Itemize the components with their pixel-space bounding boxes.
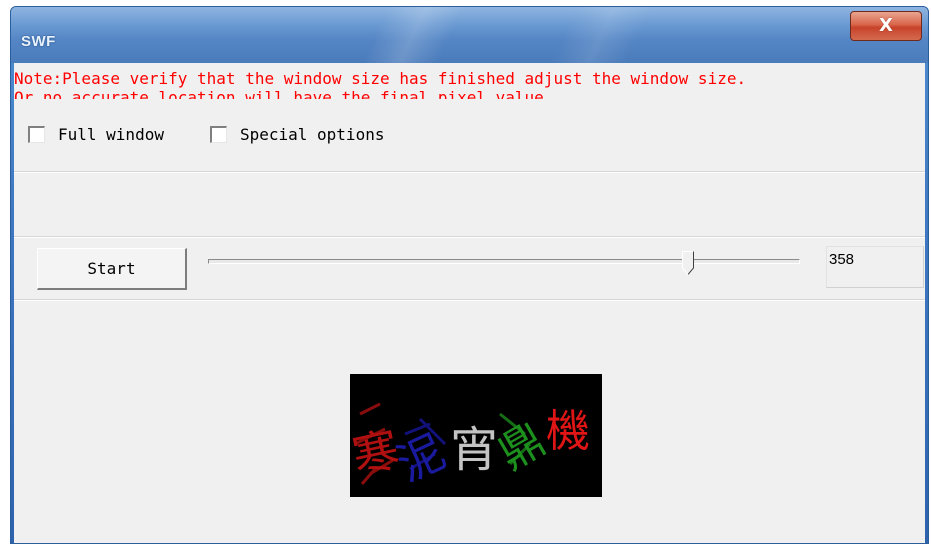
slider-track[interactable] — [208, 259, 800, 264]
special-options-label[interactable]: Special options — [240, 125, 385, 144]
position-slider[interactable] — [208, 251, 800, 281]
captcha-char: 泥 — [389, 424, 454, 492]
title-bar[interactable]: SWF X — [11, 7, 928, 63]
captcha-char: 機 — [546, 406, 590, 457]
divider — [14, 171, 925, 173]
window-title: SWF — [21, 33, 56, 50]
close-button[interactable]: X — [850, 11, 922, 41]
captcha-image: 寒 泥 宵 鼎 機 — [350, 374, 602, 497]
divider — [14, 236, 925, 238]
full-window-checkbox-box[interactable] — [28, 126, 45, 143]
note-line-1: Note:Please verify that the window size … — [14, 69, 747, 88]
client-area: Note:Please verify that the window size … — [14, 63, 925, 543]
note-message: Note:Please verify that the window size … — [14, 69, 925, 99]
start-button[interactable]: Start — [37, 248, 187, 290]
slider-thumb[interactable] — [681, 251, 694, 275]
captcha-graphic: 寒 泥 宵 鼎 機 — [350, 402, 590, 492]
full-window-checkbox[interactable]: Full window — [28, 125, 164, 144]
captcha-char: 鼎 — [490, 414, 554, 480]
divider — [14, 299, 925, 301]
background-edge — [0, 170, 10, 544]
slider-value-display: 358 — [826, 246, 924, 288]
special-options-checkbox-box[interactable] — [209, 126, 227, 143]
special-options-checkbox[interactable]: Special options — [209, 125, 385, 144]
note-line-2: Or no accurate location will have the fi… — [14, 88, 554, 99]
captcha-char: 宵 — [450, 422, 498, 478]
swf-window: SWF X Note:Please verify that the window… — [10, 6, 929, 544]
close-icon: X — [879, 15, 893, 36]
options-row: Full window Special options — [28, 125, 430, 144]
full-window-label[interactable]: Full window — [58, 125, 164, 144]
